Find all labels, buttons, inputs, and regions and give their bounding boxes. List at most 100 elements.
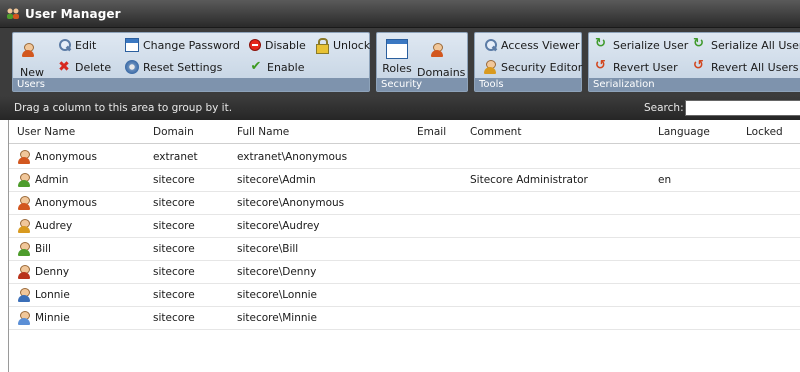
cell-domain: extranet xyxy=(153,151,198,163)
cell-user-name: Audrey xyxy=(35,220,73,232)
user-icon xyxy=(17,311,31,325)
cell-domain: sitecore xyxy=(153,266,195,278)
column-header-user-name[interactable]: User Name xyxy=(17,126,75,138)
search-label: Search: xyxy=(644,102,684,114)
cell-language: en xyxy=(658,174,672,186)
table-row[interactable]: Anonymous extranet extranet\Anonymous xyxy=(9,146,800,169)
change-password-button[interactable]: Change Password xyxy=(125,37,240,53)
cell-domain: sitecore xyxy=(153,289,195,301)
cell-user-name: Anonymous xyxy=(35,151,97,163)
roles-label: Roles xyxy=(382,62,412,75)
security-editor-button[interactable]: Security Editor xyxy=(483,59,582,75)
user-icon xyxy=(17,265,31,279)
column-header-domain[interactable]: Domain xyxy=(153,126,194,138)
users-group: New Edit ✖ Delete Change Password Reset … xyxy=(12,32,370,92)
enable-button[interactable]: ✔ Enable xyxy=(249,59,305,75)
serialize-user-label: Serialize User xyxy=(613,38,689,52)
security-editor-icon xyxy=(483,60,497,74)
user-icon xyxy=(17,150,31,164)
security-group-caption: Security xyxy=(377,78,467,91)
serialization-group: Serialize User Serialize All Users Rever… xyxy=(588,32,800,92)
new-user-button[interactable]: New xyxy=(17,43,47,79)
enable-label: Enable xyxy=(267,60,305,74)
change-password-label: Change Password xyxy=(143,38,240,52)
access-viewer-button[interactable]: Access Viewer xyxy=(483,37,580,53)
table-row[interactable]: Minnie sitecore sitecore\Minnie xyxy=(9,307,800,330)
revert-all-users-button[interactable]: Revert All Users xyxy=(693,58,799,75)
column-header-language[interactable]: Language xyxy=(658,126,710,138)
cell-domain: sitecore xyxy=(153,312,195,324)
disable-button[interactable]: Disable xyxy=(249,37,306,53)
cell-user-name: Denny xyxy=(35,266,70,278)
users-group-caption: Users xyxy=(13,78,369,91)
cell-domain: sitecore xyxy=(153,220,195,232)
delete-button[interactable]: ✖ Delete xyxy=(57,59,111,75)
cell-full-name: sitecore\Anonymous xyxy=(237,197,345,209)
access-viewer-icon xyxy=(483,38,497,52)
access-viewer-label: Access Viewer xyxy=(501,38,580,52)
user-icon xyxy=(17,242,31,256)
cell-user-name: Admin xyxy=(35,174,69,186)
table-row[interactable]: Audrey sitecore sitecore\Audrey xyxy=(9,215,800,238)
users-icon xyxy=(7,8,19,19)
table-row[interactable]: Denny sitecore sitecore\Denny xyxy=(9,261,800,284)
title-bar: User Manager xyxy=(0,0,800,28)
revert-user-icon xyxy=(595,58,609,74)
change-password-icon xyxy=(125,38,139,52)
delete-icon: ✖ xyxy=(58,59,70,75)
revert-all-users-icon xyxy=(693,58,707,74)
cell-full-name: extranet\Anonymous xyxy=(237,151,348,163)
table-row[interactable]: Lonnie sitecore sitecore\Lonnie xyxy=(9,284,800,307)
grid-header: User Name Domain Full Name Email Comment… xyxy=(9,120,800,144)
table-row[interactable]: Bill sitecore sitecore\Bill xyxy=(9,238,800,261)
disable-icon xyxy=(249,39,261,51)
ribbon: New Edit ✖ Delete Change Password Reset … xyxy=(0,28,800,96)
delete-label: Delete xyxy=(75,60,112,74)
revert-user-button[interactable]: Revert User xyxy=(595,58,678,75)
disable-label: Disable xyxy=(265,38,306,52)
column-header-full-name[interactable]: Full Name xyxy=(237,126,289,138)
column-header-comment[interactable]: Comment xyxy=(470,126,521,138)
unlock-button[interactable]: Unlock xyxy=(315,37,370,54)
tools-group: Access Viewer Security Editor Tools xyxy=(474,32,582,92)
reset-settings-icon xyxy=(125,60,139,74)
table-row[interactable]: Admin sitecore sitecore\Admin Sitecore Admi… xyxy=(9,169,800,192)
edit-button[interactable]: Edit xyxy=(57,37,96,53)
unlock-icon xyxy=(315,38,329,54)
cell-full-name: sitecore\Lonnie xyxy=(237,289,318,301)
new-user-icon xyxy=(21,43,43,63)
roles-icon xyxy=(386,39,408,59)
reset-settings-label: Reset Settings xyxy=(143,60,223,74)
domains-button[interactable]: Domains xyxy=(417,43,465,79)
cell-domain: sitecore xyxy=(153,197,195,209)
cell-full-name: sitecore\Admin xyxy=(237,174,316,186)
cell-user-name: Lonnie xyxy=(35,289,70,301)
user-icon xyxy=(17,173,31,187)
serialize-all-users-icon xyxy=(693,36,707,52)
users-grid: User Name Domain Full Name Email Comment… xyxy=(8,120,800,372)
roles-button[interactable]: Roles xyxy=(381,39,413,75)
cell-domain: sitecore xyxy=(153,174,195,186)
column-header-locked[interactable]: Locked xyxy=(746,126,783,138)
table-row[interactable]: Anonymous sitecore sitecore\Anonymous xyxy=(9,192,800,215)
enable-check-icon: ✔ xyxy=(250,59,262,74)
search-input[interactable] xyxy=(685,100,800,116)
serialize-all-users-label: Serialize All Users xyxy=(711,38,800,52)
security-editor-label: Security Editor xyxy=(501,60,583,74)
cell-full-name: sitecore\Minnie xyxy=(237,312,317,324)
tools-group-caption: Tools xyxy=(475,78,581,91)
serialize-user-button[interactable]: Serialize User xyxy=(595,36,689,53)
domains-icon xyxy=(430,43,452,63)
cell-domain: sitecore xyxy=(153,243,195,255)
group-by-bar[interactable]: Drag a column to this area to group by i… xyxy=(0,96,800,120)
serialize-all-users-button[interactable]: Serialize All Users xyxy=(693,36,800,53)
window-title: User Manager xyxy=(25,7,121,21)
user-icon xyxy=(17,288,31,302)
cell-user-name: Minnie xyxy=(35,312,70,324)
reset-settings-button[interactable]: Reset Settings xyxy=(125,59,222,75)
cell-user-name: Anonymous xyxy=(35,197,97,209)
edit-label: Edit xyxy=(75,38,97,52)
revert-all-users-label: Revert All Users xyxy=(711,60,799,74)
column-header-email[interactable]: Email xyxy=(417,126,446,138)
cell-user-name: Bill xyxy=(35,243,51,255)
